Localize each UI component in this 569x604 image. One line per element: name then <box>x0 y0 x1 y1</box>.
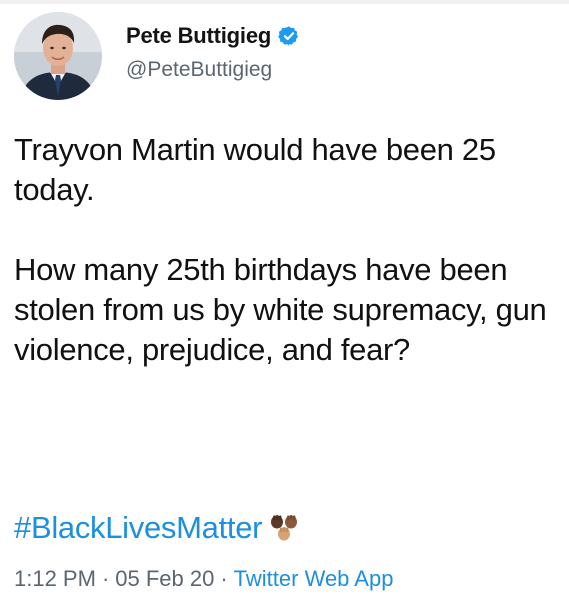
tweet-source-link[interactable]: Twitter Web App <box>234 566 394 592</box>
avatar[interactable] <box>14 12 102 100</box>
author-name-row[interactable]: Pete Buttigieg <box>126 20 300 52</box>
meta-separator: · <box>101 566 110 591</box>
hashtag-link[interactable]: #BlackLivesMatter <box>14 510 262 546</box>
tweet-metadata: 1:12 PM · 05 Feb 20 · Twitter Web App <box>14 566 393 592</box>
verified-badge-icon <box>278 26 299 46</box>
tweet-time[interactable]: 1:12 PM <box>14 566 96 592</box>
author-handle[interactable]: @PeteButtigieg <box>126 58 272 82</box>
tweet-text: Trayvon Martin would have been 25 today.… <box>14 130 562 370</box>
profile-photo-icon <box>14 12 102 100</box>
top-divider <box>0 0 569 4</box>
meta-separator-2: · <box>220 566 228 591</box>
display-name[interactable]: Pete Buttigieg <box>126 23 271 49</box>
tweet-date[interactable]: 05 Feb 20 <box>115 566 214 592</box>
tweet-paragraph-1: Trayvon Martin would have been 25 today. <box>14 132 496 207</box>
hashtag-row: #BlackLivesMatter <box>14 506 298 550</box>
tweet-card: Pete Buttigieg @PeteButtigieg Trayvon Ma… <box>0 0 569 604</box>
tweet-paragraph-2: How many 25th birthdays have been stolen… <box>14 252 547 367</box>
raised-fist-skin-tones-icon <box>271 515 298 541</box>
